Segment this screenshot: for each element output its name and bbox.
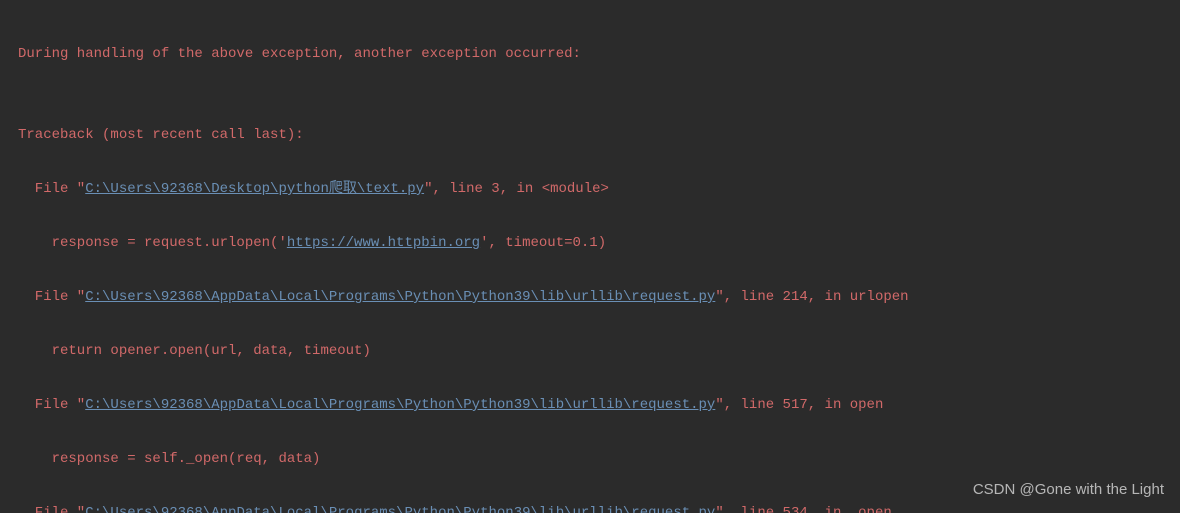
code-post: ', timeout=0.1) <box>480 235 606 251</box>
frame-code-line: response = request.urlopen('https://www.… <box>18 230 1162 257</box>
frame-file-line: File "C:\Users\92368\AppData\Local\Progr… <box>18 392 1162 419</box>
file-prefix: File " <box>18 397 85 413</box>
frame-code-line: return opener.open(url, data, timeout) <box>18 338 1162 365</box>
file-prefix: File " <box>18 289 85 305</box>
frame-file-line: File "C:\Users\92368\AppData\Local\Progr… <box>18 284 1162 311</box>
file-path-link[interactable]: C:\Users\92368\AppData\Local\Programs\Py… <box>85 505 715 513</box>
url-link[interactable]: https://www.httpbin.org <box>287 235 480 251</box>
watermark-label: CSDN @Gone with the Light <box>973 476 1164 503</box>
exception-header: During handling of the above exception, … <box>18 41 1162 68</box>
file-suffix: ", line 214, in urlopen <box>715 289 908 305</box>
file-path-link[interactable]: C:\Users\92368\AppData\Local\Programs\Py… <box>85 397 715 413</box>
traceback-header: Traceback (most recent call last): <box>18 122 1162 149</box>
file-path-link[interactable]: C:\Users\92368\Desktop\python爬取\text.py <box>85 181 424 197</box>
file-prefix: File " <box>18 181 85 197</box>
traceback-panel: During handling of the above exception, … <box>0 0 1180 513</box>
file-suffix: ", line 517, in open <box>715 397 883 413</box>
frame-code-line: response = self._open(req, data) <box>18 446 1162 473</box>
file-path-link[interactable]: C:\Users\92368\AppData\Local\Programs\Py… <box>85 289 715 305</box>
file-prefix: File " <box>18 505 85 513</box>
code-pre: response = request.urlopen(' <box>18 235 287 251</box>
frame-file-line: File "C:\Users\92368\Desktop\python爬取\te… <box>18 176 1162 203</box>
file-suffix: ", line 3, in <module> <box>424 181 609 197</box>
file-suffix: ", line 534, in _open <box>715 505 891 513</box>
